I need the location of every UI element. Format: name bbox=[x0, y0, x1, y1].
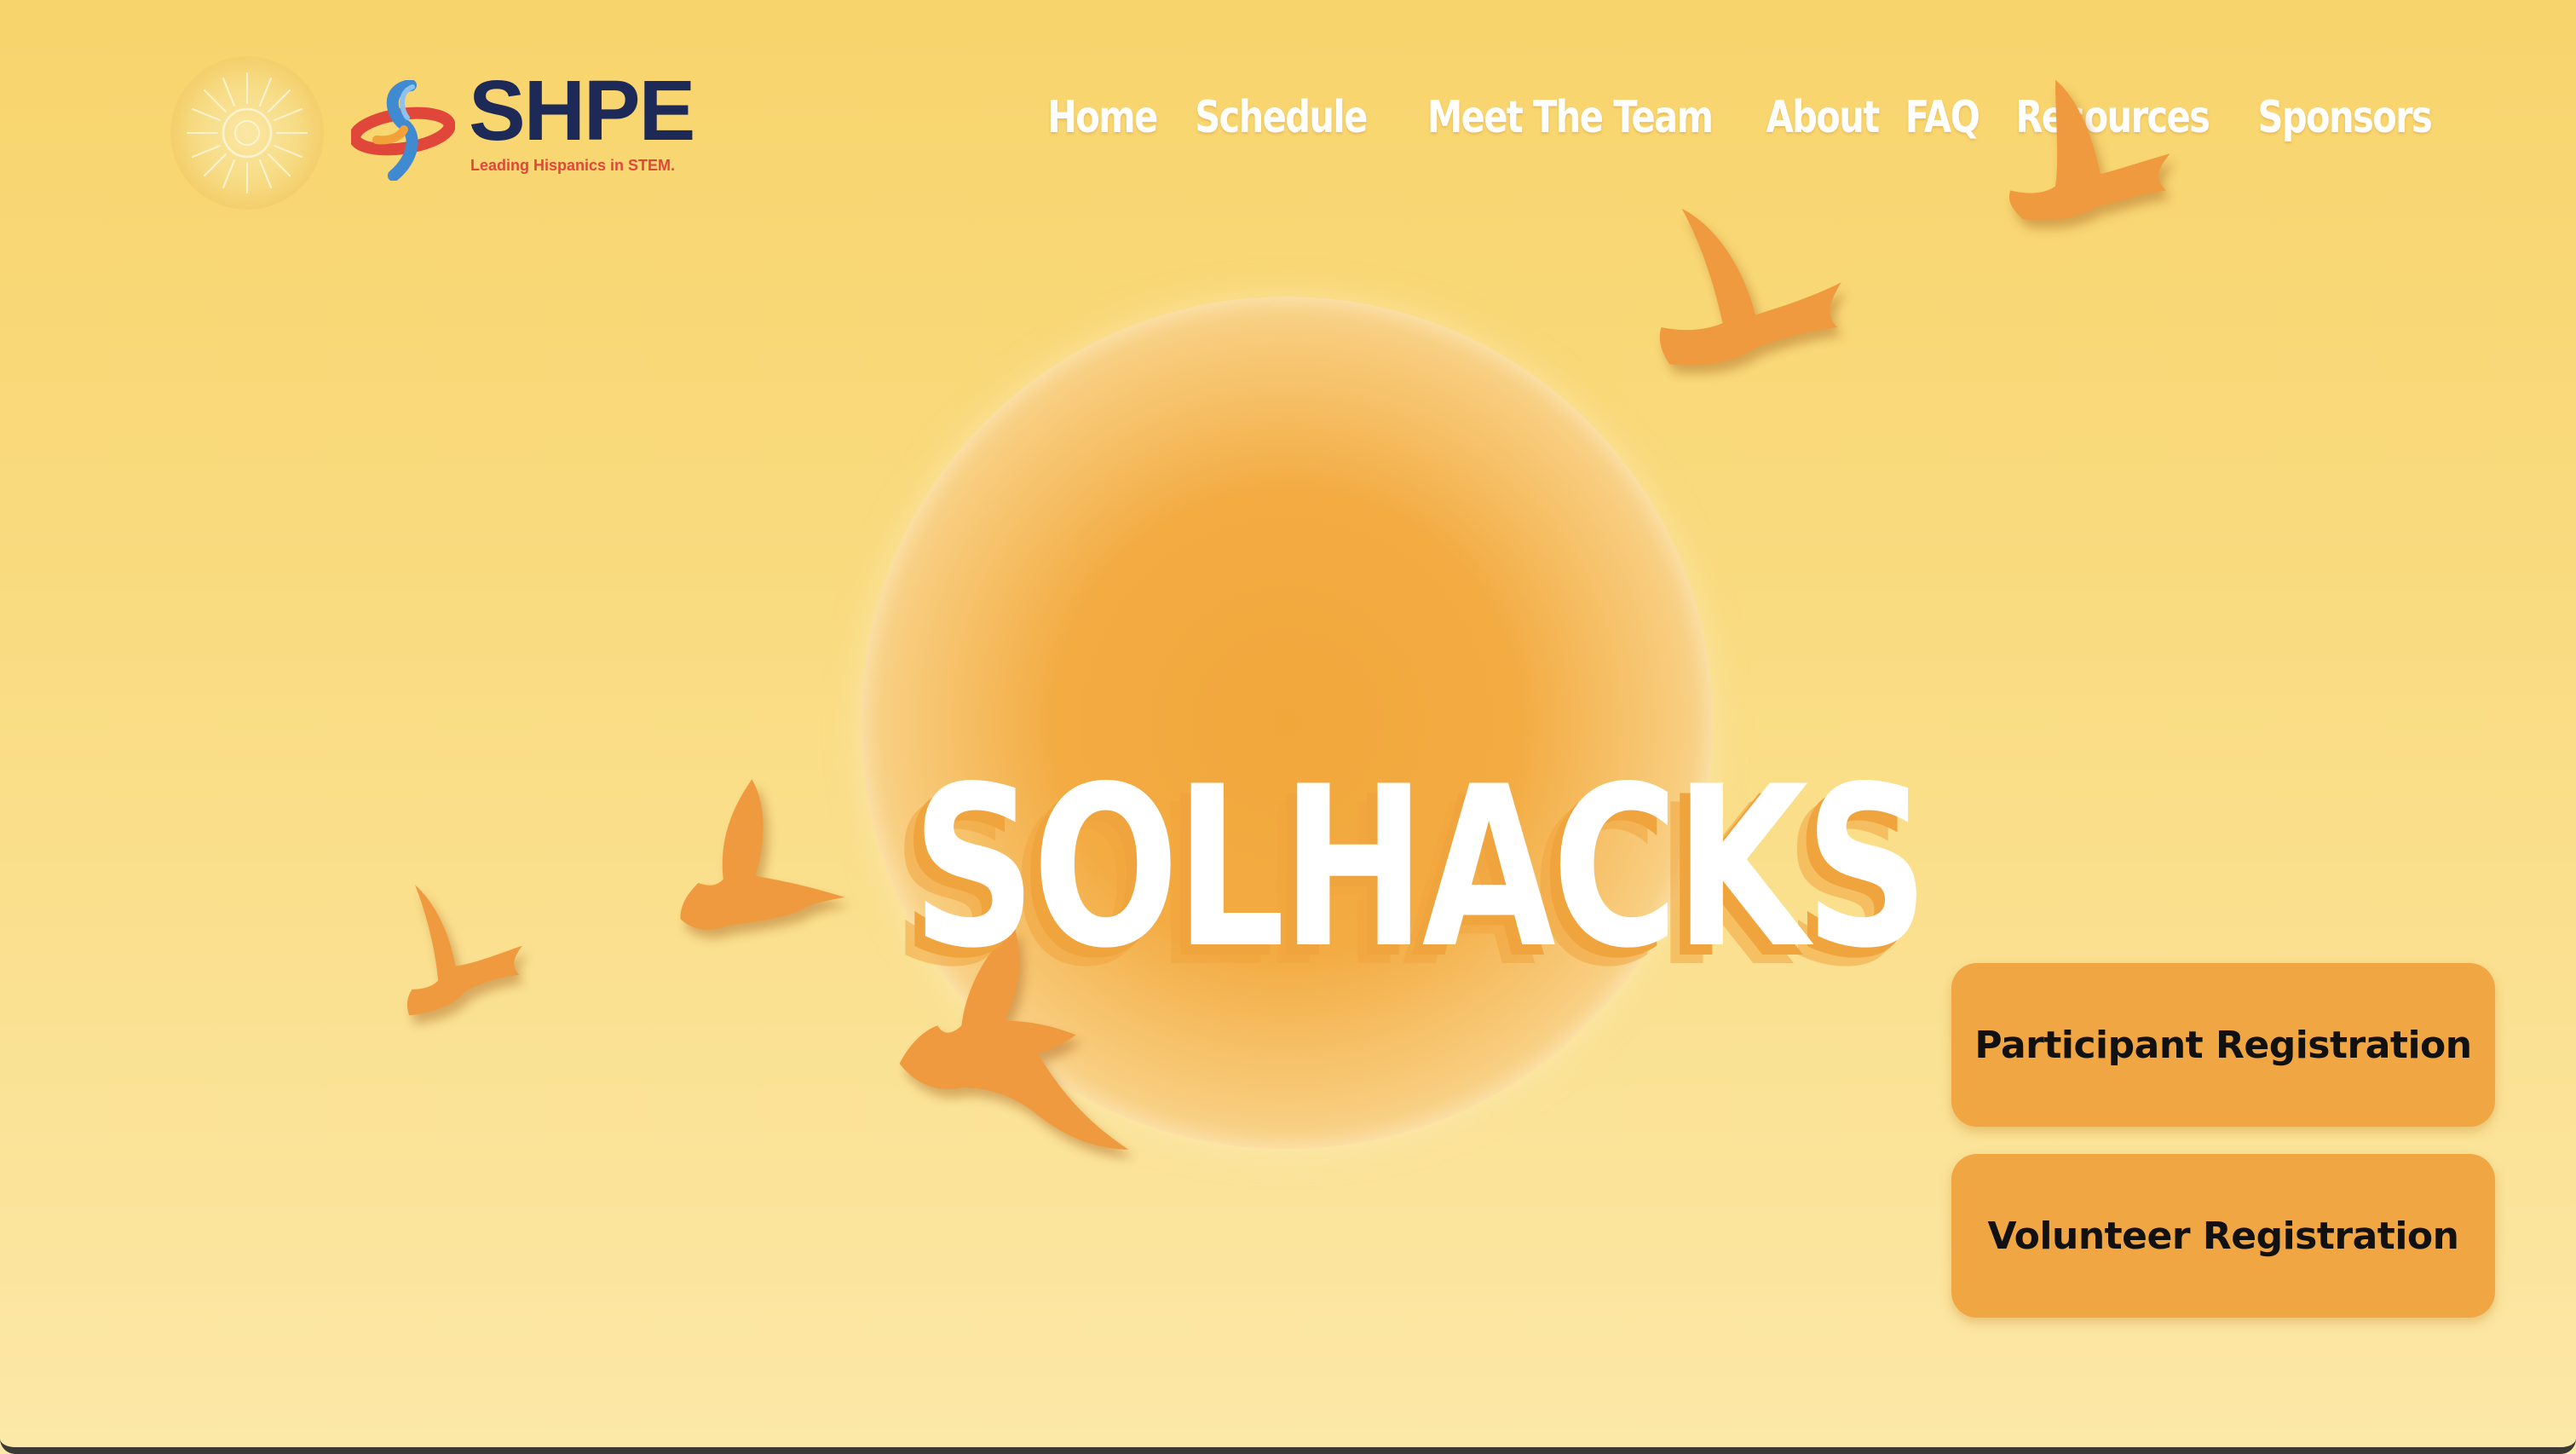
hero-title: SOLHACKS bbox=[912, 740, 1929, 998]
volunteer-registration-button[interactable]: Volunteer Registration bbox=[1951, 1154, 2495, 1318]
main-nav: Home Schedule Meet The Team About FAQ Re… bbox=[1046, 95, 2441, 140]
nav-about[interactable]: About bbox=[1766, 95, 1880, 140]
participant-registration-button[interactable]: Participant Registration bbox=[1951, 963, 2495, 1127]
bird-icon bbox=[673, 750, 852, 980]
bird-icon bbox=[401, 857, 545, 1053]
brand-tagline: Leading Hispanics in STEM. bbox=[470, 157, 676, 174]
sun-emblem-icon bbox=[187, 72, 308, 193]
bird-icon bbox=[1653, 196, 1858, 418]
nav-schedule[interactable]: Schedule bbox=[1196, 95, 1369, 140]
nav-faq[interactable]: FAQ bbox=[1905, 95, 1980, 140]
nav-meet-the-team[interactable]: Meet The Team bbox=[1427, 95, 1714, 140]
nav-sponsors[interactable]: Sponsors bbox=[2258, 95, 2433, 140]
brand-name: SHPE bbox=[469, 63, 695, 159]
nav-home[interactable]: Home bbox=[1047, 95, 1158, 140]
shpe-logo[interactable]: SHPE Leading Hispanics in STEM. bbox=[351, 68, 695, 186]
sun-emblem-logo[interactable] bbox=[170, 56, 324, 210]
shpe-mark-icon bbox=[351, 80, 455, 181]
bird-icon bbox=[1994, 72, 2199, 285]
